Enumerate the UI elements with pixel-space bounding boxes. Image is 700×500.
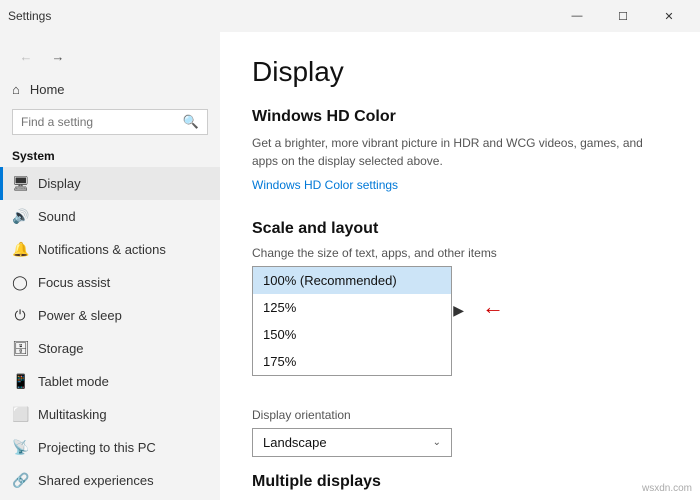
sidebar-items-container: 🖥 Display 🔊 Sound 🔔 Notifications & actions ◯ F… [0,167,220,500]
nav-buttons: ← → [0,36,220,74]
sidebar-label-tablet: Tablet mode [38,374,109,389]
titlebar-controls: — ☐ ✕ [554,0,692,32]
sidebar-label-storage: Storage [38,341,84,356]
tablet-icon: 📱 [12,373,28,390]
orientation-section: Display orientation Landscape ⌄ [252,408,668,457]
scale-dropdown-list[interactable]: 100% (Recommended)125%150%175% [252,266,452,376]
sidebar-item-shared[interactable]: 🔗 Shared experiences [0,464,220,497]
search-input[interactable] [21,115,177,129]
titlebar: Settings — ☐ ✕ [0,0,700,32]
scale-layout-section: Scale and layout Change the size of text… [252,220,668,392]
maximize-button[interactable]: ☐ [600,0,646,32]
shared-icon: 🔗 [12,472,28,489]
sidebar-item-sound[interactable]: 🔊 Sound [0,200,220,233]
sidebar-item-display[interactable]: 🖥 Display [0,167,220,200]
power-icon: ⏻ [12,307,28,324]
forward-button[interactable]: → [44,42,72,70]
search-box[interactable]: 🔍 [12,109,208,135]
orientation-label: Display orientation [252,408,668,422]
storage-icon: 🗄 [12,340,28,357]
sidebar-label-display: Display [38,176,81,191]
orientation-value: Landscape [263,435,327,450]
minimize-button[interactable]: — [554,0,600,32]
multiple-displays-title: Multiple displays [252,473,668,491]
orientation-dropdown-wrapper: Landscape ⌄ [252,428,452,457]
sidebar-section-label: System [0,143,220,167]
focus-icon: ◯ [12,274,28,291]
hd-color-desc: Get a brighter, more vibrant picture in … [252,134,668,170]
hd-color-link[interactable]: Windows HD Color settings [252,178,398,192]
orientation-chevron-icon: ⌄ [433,437,441,448]
scale-layout-title: Scale and layout [252,220,668,238]
sidebar-label-power: Power & sleep [38,308,122,323]
main-content: Display Windows HD Color Get a brighter,… [220,32,700,500]
search-icon: 🔍 [183,114,199,130]
sidebar-item-power[interactable]: ⏻ Power & sleep [0,299,220,332]
sidebar-item-storage[interactable]: 🗄 Storage [0,332,220,365]
sound-icon: 🔊 [12,208,28,225]
page-title: Display [252,56,668,88]
watermark: wsxdn.com [642,483,692,494]
sidebar: ← → ⌂ Home 🔍 System 🖥 Display 🔊 Sound 🔔 Notif… [0,32,220,500]
home-icon: ⌂ [12,82,20,97]
sidebar-label-sound: Sound [38,209,76,224]
scale-option-125[interactable]: 125% [253,294,451,321]
hd-color-title: Windows HD Color [252,108,668,126]
cursor-indicator: ▶ [453,302,464,319]
sidebar-label-notifications: Notifications & actions [38,242,166,257]
multiple-displays-section: Multiple displays Multiple displays Exte… [252,473,668,500]
close-button[interactable]: ✕ [646,0,692,32]
sidebar-item-multitasking[interactable]: ⬜ Multitasking [0,398,220,431]
projecting-icon: 📡 [12,439,28,456]
sidebar-item-focus[interactable]: ◯ Focus assist [0,266,220,299]
sidebar-item-projecting[interactable]: 📡 Projecting to this PC [0,431,220,464]
scale-dropdown-container: 100% (Recommended)125%150%175% ← ▶ [252,266,452,376]
home-label: Home [30,82,65,97]
sidebar-label-shared: Shared experiences [38,473,154,488]
sidebar-item-notifications[interactable]: 🔔 Notifications & actions [0,233,220,266]
orientation-dropdown[interactable]: Landscape ⌄ [252,428,452,457]
sidebar-label-projecting: Projecting to this PC [38,440,156,455]
scale-layout-sublabel: Change the size of text, apps, and other… [252,246,668,260]
display-icon: 🖥 [12,175,28,192]
arrow-annotation: ← [482,294,504,320]
scale-option-100[interactable]: 100% (Recommended) [253,267,451,294]
sidebar-item-home[interactable]: ⌂ Home [0,74,220,105]
titlebar-title: Settings [8,9,554,23]
back-button[interactable]: ← [12,42,40,70]
notifications-icon: 🔔 [12,241,28,258]
sidebar-label-focus: Focus assist [38,275,110,290]
sidebar-item-tablet[interactable]: 📱 Tablet mode [0,365,220,398]
sidebar-label-multitasking: Multitasking [38,407,107,422]
scale-option-150[interactable]: 150% [253,321,451,348]
multitasking-icon: ⬜ [12,406,28,423]
app-body: ← → ⌂ Home 🔍 System 🖥 Display 🔊 Sound 🔔 Notif… [0,32,700,500]
scale-option-175[interactable]: 175% [253,348,451,375]
hd-color-section: Windows HD Color Get a brighter, more vi… [252,108,668,212]
